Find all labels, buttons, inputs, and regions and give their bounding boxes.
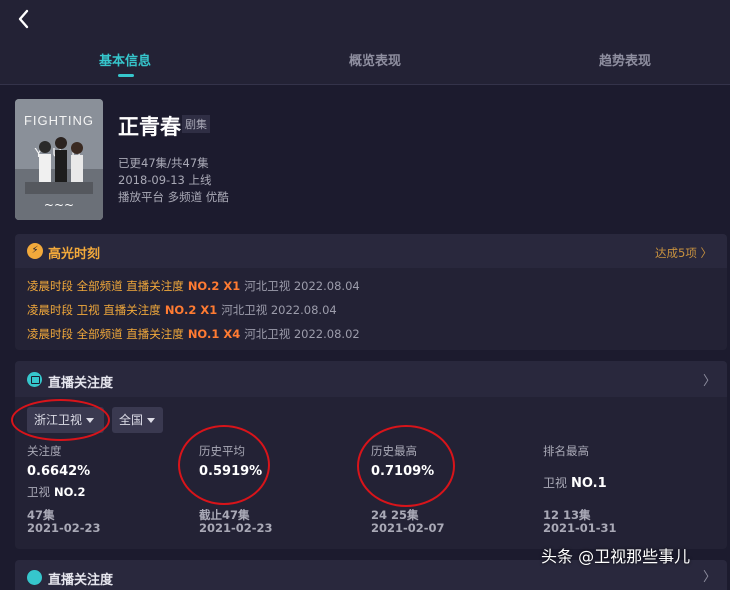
lightning-icon: ⚡: [27, 243, 43, 259]
show-poster[interactable]: FIGHTING Y U H ~~~: [15, 99, 103, 220]
stat-date: 2021-02-07: [371, 521, 445, 535]
live-attention-title: 直播关注度: [48, 376, 114, 391]
highlight-source: 河北卫视 2022.08.02: [244, 327, 360, 341]
tab-overview[interactable]: 概览表现: [349, 50, 401, 69]
annotation-ring-channel: [11, 399, 110, 441]
active-tab-indicator: [118, 74, 134, 77]
highlight-rank: NO.2 X1: [164, 303, 218, 317]
svg-text:~~~: ~~~: [44, 198, 74, 212]
highlight-item: 凌晨时段 全部频道 直播关注度 NO.2 X1 河北卫视 2022.08.04: [27, 278, 360, 294]
watermark: 头条 @卫视那些事儿: [541, 547, 691, 566]
platform-info: 播放平台 多频道 优酷: [118, 190, 229, 204]
region-select[interactable]: 全国: [112, 407, 163, 433]
stat-rank-value: NO.1: [571, 476, 607, 491]
highlight-source: 河北卫视 2022.08.04: [244, 279, 360, 293]
stat-rank: 卫视 NO.2: [27, 484, 86, 500]
highlight-source: 河北卫视 2022.08.04: [221, 303, 337, 317]
release-date: 2018-09-13 上线: [118, 173, 212, 187]
tv-icon: [27, 372, 42, 387]
header: [0, 0, 730, 85]
stat-date: 2021-01-31: [543, 521, 617, 535]
annotation-ring-average: [178, 425, 270, 505]
highlight-segment: 凌晨时段 卫视 直播关注度: [27, 303, 161, 317]
tab-basic-info[interactable]: 基本信息: [99, 50, 151, 69]
back-arrow-icon[interactable]: [12, 6, 36, 32]
stat-date: 2021-02-23: [27, 521, 101, 535]
annotation-ring-peak: [357, 425, 455, 507]
chevron-right-icon[interactable]: 〉: [703, 370, 716, 389]
stat-rank: 卫视 NO.1: [543, 474, 607, 491]
stat-rank-label: 卫视: [27, 485, 50, 499]
stat-label: 关注度: [27, 444, 62, 458]
chevron-right-icon[interactable]: 〉: [703, 566, 716, 585]
highlight-rank: NO.2 X1: [187, 279, 241, 293]
highlight-item: 凌晨时段 卫视 直播关注度 NO.2 X1 河北卫视 2022.08.04: [27, 302, 337, 318]
stat-value: 0.6642%: [27, 464, 91, 479]
region-select-value: 全国: [119, 413, 144, 427]
show-type-badge: 剧集: [182, 115, 210, 133]
highlights-header[interactable]: [15, 234, 727, 268]
highlights-title: 高光时刻: [48, 247, 101, 262]
stat-rank-value: NO.2: [54, 485, 86, 499]
episode-count: 已更47集/共47集: [118, 156, 209, 170]
highlight-item: 凌晨时段 全部频道 直播关注度 NO.1 X4 河北卫视 2022.08.02: [27, 326, 360, 342]
svg-text:FIGHTING: FIGHTING: [24, 113, 94, 128]
highlight-rank: NO.1 X4: [187, 327, 241, 341]
tv-icon: [27, 570, 42, 585]
highlight-segment: 凌晨时段 全部频道 直播关注度: [27, 327, 184, 341]
caret-down-icon: [147, 418, 156, 423]
live-attention-header[interactable]: [15, 361, 727, 397]
live-attention-title-2: 直播关注度: [48, 573, 114, 588]
show-title: 正青春: [118, 115, 181, 139]
stat-rank-label: 卫视: [543, 476, 568, 490]
highlights-more-link[interactable]: 达成5项 〉: [655, 245, 712, 261]
highlight-segment: 凌晨时段 全部频道 直播关注度: [27, 279, 184, 293]
stat-label: 排名最高: [543, 444, 589, 458]
stat-date: 2021-02-23: [199, 521, 273, 535]
tab-trends[interactable]: 趋势表现: [599, 50, 651, 69]
